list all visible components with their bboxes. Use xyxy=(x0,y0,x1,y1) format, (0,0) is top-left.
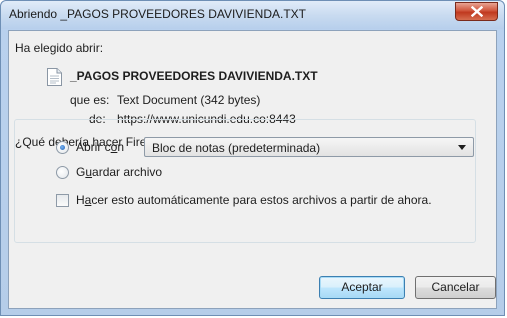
close-button[interactable] xyxy=(455,2,498,21)
window-title: Abriendo _PAGOS PROVEEDORES DAVIVIENDA.T… xyxy=(9,7,306,21)
save-file-label[interactable]: Guardar archivo xyxy=(76,165,162,179)
save-file-radio[interactable] xyxy=(56,166,69,179)
type-label: que es: xyxy=(70,93,110,107)
application-select-value: Bloc de notas (predeterminada) xyxy=(152,141,321,155)
accept-button[interactable]: Aceptar xyxy=(319,276,405,299)
intro-label: Ha elegido abrir: xyxy=(15,41,104,55)
download-dialog: Abriendo _PAGOS PROVEEDORES DAVIVIENDA.T… xyxy=(0,0,505,316)
close-icon xyxy=(470,6,483,17)
text-file-icon xyxy=(47,68,62,86)
auto-action-checkbox[interactable] xyxy=(56,194,69,207)
chevron-down-icon xyxy=(458,145,466,150)
application-select[interactable]: Bloc de notas (predeterminada) xyxy=(144,137,474,157)
title-bar[interactable]: Abriendo _PAGOS PROVEEDORES DAVIVIENDA.T… xyxy=(1,1,504,29)
auto-action-label[interactable]: Hacer esto automáticamente para estos ar… xyxy=(76,193,432,207)
cancel-button[interactable]: Cancelar xyxy=(415,276,496,299)
open-with-radio[interactable] xyxy=(56,141,69,154)
type-value: Text Document (342 bytes) xyxy=(117,93,261,107)
file-name: _PAGOS PROVEEDORES DAVIVIENDA.TXT xyxy=(70,69,318,83)
radio-selected-dot xyxy=(60,145,65,150)
open-with-label[interactable]: Abrir con xyxy=(76,140,124,154)
